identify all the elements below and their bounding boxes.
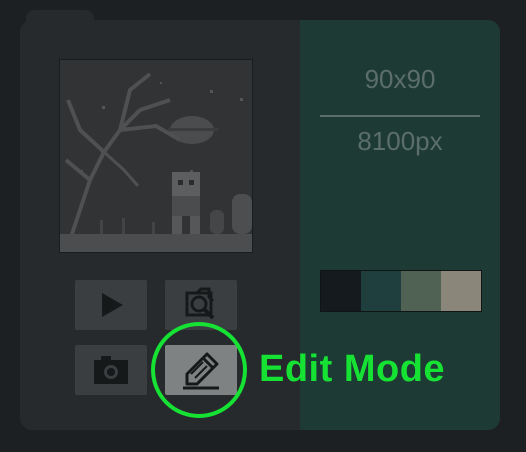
pixel-art-image [60,60,252,252]
sprite-preview [59,59,253,253]
play-button[interactable] [75,280,147,330]
info-divider [320,115,480,117]
palette-swatch[interactable] [321,271,361,311]
camera-icon [94,356,128,384]
color-palette [320,270,482,312]
edit-mode-callout: Edit Mode [259,348,446,390]
palette-swatch[interactable] [401,271,441,311]
palette-swatch[interactable] [441,271,481,311]
edit-mode-highlight-circle [151,322,247,418]
palette-swatch[interactable] [361,271,401,311]
pixel-count-label: 8100px [357,126,443,156]
screenshot-button[interactable] [75,345,147,395]
zoom-inspect-icon [185,287,215,320]
play-icon [102,293,123,317]
dimensions-label: 90x90 [364,64,436,94]
